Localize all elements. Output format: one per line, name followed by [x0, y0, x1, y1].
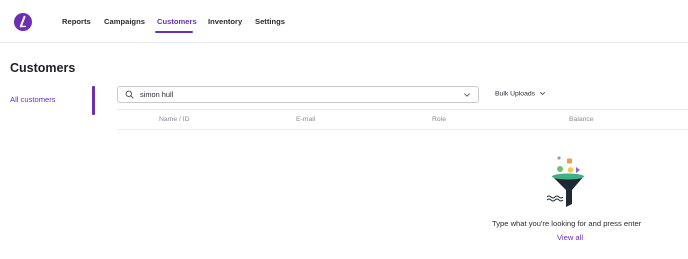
nav-item-inventory[interactable]: Inventory: [208, 17, 242, 26]
search-icon: [125, 90, 134, 99]
column-header-name[interactable]: Name / ID: [159, 116, 190, 123]
nav-item-campaigns[interactable]: Campaigns: [104, 17, 145, 26]
sidebar-active-indicator: [92, 86, 95, 115]
chevron-down-icon[interactable]: [463, 91, 471, 99]
column-header-balance[interactable]: Balance: [569, 116, 594, 123]
empty-search-funnel-illustration: [546, 156, 584, 207]
page-title: Customers: [10, 61, 76, 75]
logo-slash-icon: [19, 15, 27, 28]
nav-item-customers[interactable]: Customers: [157, 17, 197, 26]
bulk-uploads-dropdown[interactable]: Bulk Uploads: [495, 90, 546, 97]
bulk-uploads-label: Bulk Uploads: [495, 90, 536, 98]
nav-item-settings[interactable]: Settings: [255, 17, 285, 26]
sidebar-item-all-customers[interactable]: All customers: [10, 95, 56, 104]
table-header: Name / ID E-mail Role Balance: [117, 109, 688, 130]
brand-logo[interactable]: [14, 13, 32, 31]
view-all-link[interactable]: View all: [557, 233, 583, 242]
empty-state-message: Type what you're looking for and press e…: [492, 219, 642, 228]
search-query-text: simon hull: [140, 90, 174, 99]
nav-item-reports[interactable]: Reports: [62, 17, 91, 26]
chevron-down-icon: [540, 92, 546, 95]
search-input[interactable]: simon hull: [117, 86, 479, 103]
column-header-email[interactable]: E-mail: [296, 116, 315, 123]
column-header-role[interactable]: Role: [432, 116, 446, 123]
active-tab-indicator: [155, 31, 193, 33]
top-navigation-bar: Reports Campaigns Customers Inventory Se…: [0, 0, 688, 43]
